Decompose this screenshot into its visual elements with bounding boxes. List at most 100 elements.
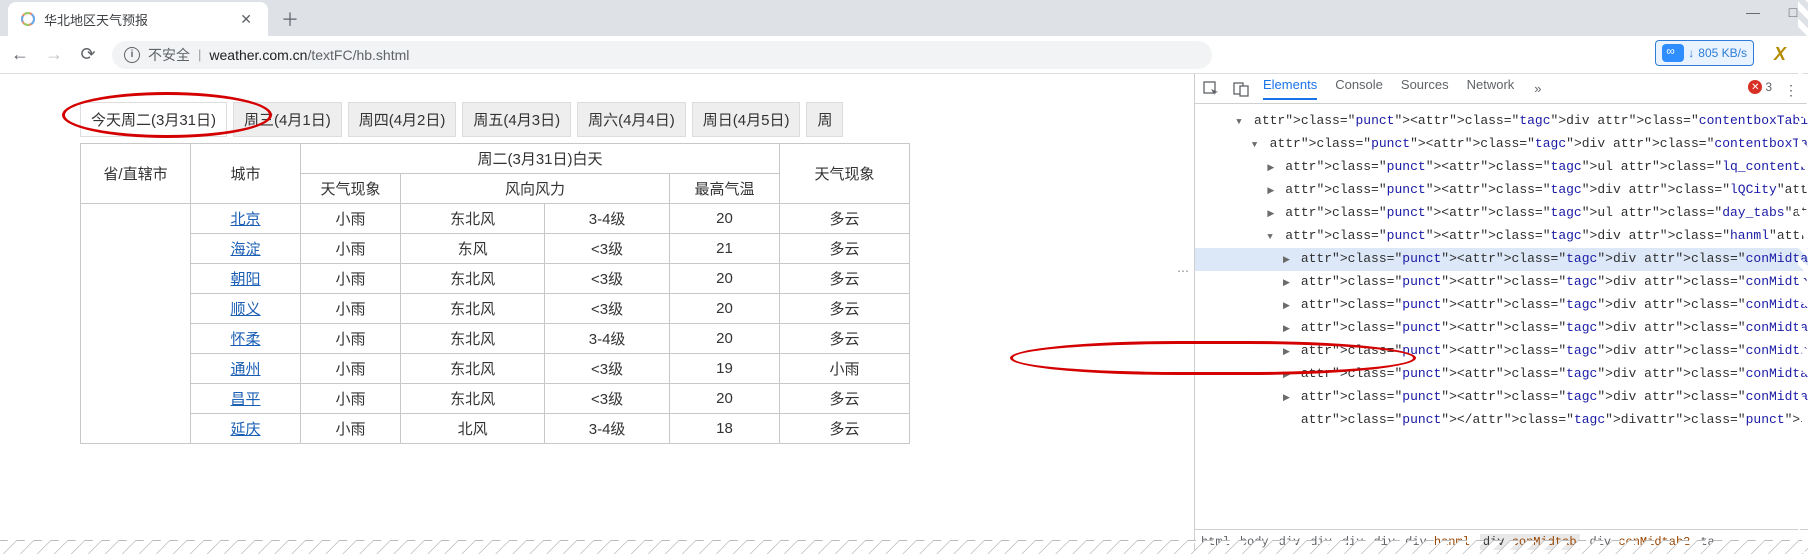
browser-tab[interactable]: 华北地区天气预报 ✕ xyxy=(8,2,268,36)
dom-node[interactable]: attr">class="punct"><attr">class="tagc">… xyxy=(1195,294,1808,317)
dom-node[interactable]: attr">class="punct"><attr">class="tagc">… xyxy=(1195,271,1808,294)
cell: 东北风 xyxy=(401,354,545,384)
devtools-tab[interactable]: Elements xyxy=(1263,77,1317,100)
cell: 20 xyxy=(670,264,780,294)
cell: 19 xyxy=(670,354,780,384)
day-tab[interactable]: 周六(4月4日) xyxy=(577,102,686,137)
breadcrumb-item[interactable]: div xyxy=(1279,535,1301,549)
breadcrumb-item[interactable]: div xyxy=(1342,535,1364,549)
th-wind: 风向风力 xyxy=(401,174,670,204)
cell: 多云 xyxy=(780,264,910,294)
city-link[interactable]: 延庆 xyxy=(191,414,301,444)
dom-node[interactable]: attr">class="punct"><attr">class="tagc">… xyxy=(1195,340,1808,363)
dom-node[interactable]: attr">class="punct"><attr">class="tagc">… xyxy=(1195,133,1808,156)
devtools-tab[interactable]: Network xyxy=(1467,77,1515,100)
city-link[interactable]: 朝阳 xyxy=(191,264,301,294)
extension-x-icon[interactable]: X xyxy=(1774,44,1786,65)
reload-button[interactable]: ⟳ xyxy=(78,44,98,65)
splitter-icon[interactable]: ⋯ xyxy=(1177,264,1190,278)
dom-node[interactable]: attr">class="punct"><attr">class="tagc">… xyxy=(1195,363,1808,386)
dom-node[interactable]: attr">class="punct"><attr">class="tagc">… xyxy=(1195,156,1808,179)
breadcrumb-item[interactable]: div xyxy=(1373,535,1395,549)
breadcrumb-item[interactable]: div.hanml xyxy=(1405,535,1470,549)
day-tab[interactable]: 周日(4月5日) xyxy=(692,102,801,137)
download-speed-badge[interactable]: ↓ 805 KB/s xyxy=(1655,40,1754,66)
day-tabs: 今天周二(3月31日)周三(4月1日)周四(4月2日)周五(4月3日)周六(4月… xyxy=(80,102,1194,137)
day-tab[interactable]: 周三(4月1日) xyxy=(233,102,342,137)
table-row: 通州小雨东北风<3级19小雨 xyxy=(81,354,910,384)
table-row: 延庆小雨北风3-4级18多云 xyxy=(81,414,910,444)
dom-node[interactable]: attr">class="punct"><attr">class="tagc">… xyxy=(1195,317,1808,340)
address-bar[interactable]: i 不安全 | weather.com.cn/textFC/hb.shtml xyxy=(112,41,1212,69)
cell: 东北风 xyxy=(401,324,545,354)
maximize-button[interactable]: □ xyxy=(1784,4,1802,20)
device-toggle-icon[interactable] xyxy=(1233,81,1249,97)
day-tab[interactable]: 周 xyxy=(806,102,843,137)
devtools-menu-icon[interactable]: ⋮ xyxy=(1784,82,1798,99)
city-link[interactable]: 怀柔 xyxy=(191,324,301,354)
dom-breadcrumb[interactable]: htmlbodydivdivdivdivdiv.hanmldiv.conMidt… xyxy=(1195,529,1808,553)
table-row: 北京小雨东北风3-4级20多云 xyxy=(81,204,910,234)
cell: 东北风 xyxy=(401,264,545,294)
cell: 小雨 xyxy=(780,354,910,384)
tab-title: 华北地区天气预报 xyxy=(44,10,236,29)
inspect-icon[interactable] xyxy=(1203,81,1219,97)
cell: 3-4级 xyxy=(545,204,670,234)
dom-node[interactable]: attr">class="punct"><attr">class="tagc">… xyxy=(1195,386,1808,409)
dom-node[interactable]: attr">class="punct"></attr">class="tagc"… xyxy=(1195,409,1808,430)
cell: 多云 xyxy=(780,234,910,264)
cell: 小雨 xyxy=(301,354,401,384)
tab-close-icon[interactable]: ✕ xyxy=(236,11,256,28)
cell: <3级 xyxy=(545,384,670,414)
breadcrumb-item[interactable]: div.conMidtab2 xyxy=(1590,535,1691,549)
city-link[interactable]: 通州 xyxy=(191,354,301,384)
cloud-icon xyxy=(1662,44,1684,62)
dom-node[interactable]: attr">class="punct"><attr">class="tagc">… xyxy=(1195,179,1808,202)
day-tab[interactable]: 周五(4月3日) xyxy=(462,102,571,137)
breadcrumb-item[interactable]: div xyxy=(1310,535,1332,549)
cell: 20 xyxy=(670,294,780,324)
breadcrumb-item[interactable]: div.conMidtab xyxy=(1480,534,1580,550)
minimize-button[interactable]: — xyxy=(1744,4,1762,20)
devtools-tab[interactable]: Console xyxy=(1335,77,1383,100)
cell: 20 xyxy=(670,324,780,354)
info-icon: i xyxy=(124,47,140,63)
devtools-tab[interactable]: Sources xyxy=(1401,77,1449,100)
window-controls: — □ xyxy=(1744,4,1802,20)
dom-node[interactable]: attr">class="punct"><attr">class="tagc">… xyxy=(1195,248,1808,271)
cell: 小雨 xyxy=(301,204,401,234)
error-badge[interactable]: ✕ 3 xyxy=(1748,80,1772,94)
th-weather: 天气现象 xyxy=(301,174,401,204)
city-link[interactable]: 顺义 xyxy=(191,294,301,324)
content-area: 今天周二(3月31日)周三(4月1日)周四(4月2日)周五(4月3日)周六(4月… xyxy=(0,74,1808,553)
th-hitemp: 最高气温 xyxy=(670,174,780,204)
day-tab[interactable]: 周四(4月2日) xyxy=(348,102,457,137)
cell: 东风 xyxy=(401,234,545,264)
table-row: 昌平小雨东北风<3级20多云 xyxy=(81,384,910,414)
dom-node[interactable]: attr">class="punct"><attr">class="tagc">… xyxy=(1195,202,1808,225)
dom-node[interactable]: attr">class="punct"><attr">class="tagc">… xyxy=(1195,110,1808,133)
cell: 3-4级 xyxy=(545,324,670,354)
cell: <3级 xyxy=(545,264,670,294)
error-count: 3 xyxy=(1765,80,1772,94)
forward-button[interactable]: → xyxy=(44,44,64,65)
city-link[interactable]: 昌平 xyxy=(191,384,301,414)
city-link[interactable]: 北京 xyxy=(191,204,301,234)
breadcrumb-item[interactable]: body xyxy=(1240,535,1269,549)
dom-node[interactable]: attr">class="punct"><attr">class="tagc">… xyxy=(1195,225,1808,248)
more-tabs-icon[interactable]: » xyxy=(1534,81,1541,96)
weather-table: 省/直辖市 城市 周二(3月31日)白天 天气现象 天气现象 风向风力 最高气温… xyxy=(80,143,910,444)
dom-tree[interactable]: attr">class="punct"><attr">class="tagc">… xyxy=(1195,104,1808,529)
cell: 多云 xyxy=(780,324,910,354)
breadcrumb-item[interactable]: ta xyxy=(1700,535,1714,549)
new-tab-button[interactable]: ＋ xyxy=(276,5,304,33)
toolbar: ← → ⟳ i 不安全 | weather.com.cn/textFC/hb.s… xyxy=(0,36,1808,74)
breadcrumb-item[interactable]: html xyxy=(1201,535,1230,549)
city-link[interactable]: 海淀 xyxy=(191,234,301,264)
day-tab[interactable]: 今天周二(3月31日) xyxy=(80,102,227,137)
cell: 小雨 xyxy=(301,294,401,324)
back-button[interactable]: ← xyxy=(10,44,30,65)
cell: 20 xyxy=(670,384,780,414)
cell: 多云 xyxy=(780,204,910,234)
cell: <3级 xyxy=(545,294,670,324)
